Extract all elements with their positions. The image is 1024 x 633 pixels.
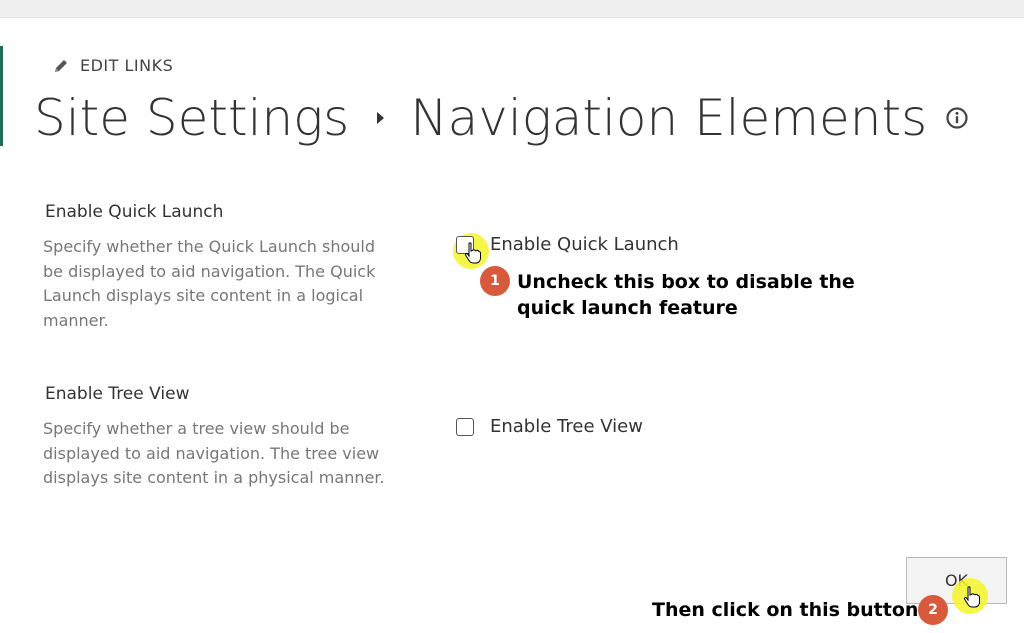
tree-view-checkbox[interactable]: [456, 417, 474, 436]
hand-pointer-icon: [464, 242, 481, 264]
hand-pointer-icon: [963, 586, 980, 608]
step-2-instruction: Then click on this button: [652, 599, 919, 621]
step-2-badge: 2: [918, 595, 948, 625]
step-1-badge: 1: [480, 266, 510, 296]
accent-bar: [0, 46, 3, 146]
edit-links-label: EDIT LINKS: [80, 56, 174, 75]
edit-links-button[interactable]: EDIT LINKS: [52, 56, 173, 75]
tree-view-description: Specify whether a tree view should be di…: [43, 419, 385, 487]
quick-launch-description: Specify whether the Quick Launch should …: [43, 237, 376, 330]
tree-view-checkbox-label[interactable]: Enable Tree View: [490, 416, 643, 437]
info-icon[interactable]: [945, 106, 969, 130]
triangle-right-icon: [377, 112, 385, 124]
tree-view-option: Enable Tree View: [456, 416, 643, 437]
step-1-instruction-line2: quick launch feature: [517, 297, 738, 319]
quick-launch-heading: Enable Quick Launch: [45, 202, 224, 222]
quick-launch-checkbox-label[interactable]: Enable Quick Launch: [490, 234, 679, 255]
quick-launch-option: Enable Quick Launch: [456, 234, 679, 255]
top-bar: [0, 0, 1024, 18]
tree-view-heading: Enable Tree View: [45, 384, 190, 404]
pencil-icon: [55, 59, 67, 72]
page-title-text: Navigation Elements: [410, 89, 928, 147]
breadcrumb-parent[interactable]: Site Settings: [34, 88, 349, 148]
page-title: Site Settings Navigation Elements: [34, 88, 969, 148]
step-1-instruction-line1: Uncheck this box to disable the: [517, 271, 855, 293]
step-1-instruction: Uncheck this box to disable the quick la…: [517, 269, 855, 321]
